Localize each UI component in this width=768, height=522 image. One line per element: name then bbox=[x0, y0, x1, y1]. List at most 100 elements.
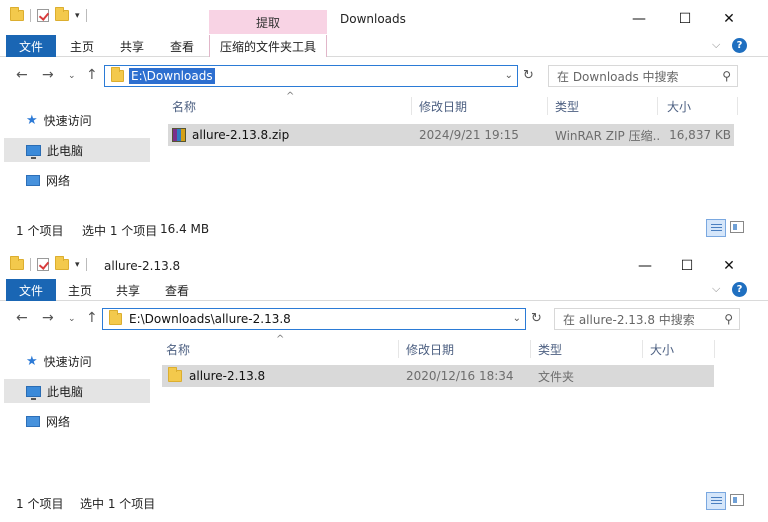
navigation-bar: ← → ⌄ ↑ E:\Downloads ⌄ ↻ 在 Downloads 中搜索… bbox=[0, 65, 768, 89]
column-header-size[interactable]: 大小 bbox=[667, 94, 691, 118]
large-icons-view-icon[interactable] bbox=[730, 494, 744, 506]
search-icon[interactable]: ⚲ bbox=[722, 69, 731, 83]
minimize-button[interactable]: — bbox=[622, 253, 668, 279]
tab-share[interactable]: 共享 bbox=[112, 35, 152, 57]
up-arrow-icon[interactable]: ↑ bbox=[86, 67, 98, 83]
recent-locations-icon[interactable]: ⌄ bbox=[68, 71, 76, 81]
column-divider[interactable] bbox=[547, 97, 548, 115]
column-header-type[interactable]: 类型 bbox=[538, 337, 562, 361]
file-size bbox=[648, 365, 708, 387]
column-header-name[interactable]: 名称 bbox=[166, 337, 190, 361]
close-button[interactable]: ✕ bbox=[706, 6, 752, 32]
help-icon[interactable]: ? bbox=[732, 38, 747, 53]
star-icon: ★ bbox=[26, 353, 38, 369]
tab-share[interactable]: 共享 bbox=[108, 279, 148, 301]
refresh-icon[interactable]: ↻ bbox=[523, 68, 534, 83]
close-button[interactable]: ✕ bbox=[706, 253, 752, 279]
navigation-pane: ★ 快速访问 此电脑 网络 bbox=[0, 341, 154, 451]
file-list: ^ 名称 修改日期 类型 大小 allure-2.13.8.zip 2024/9… bbox=[154, 91, 754, 204]
maximize-button[interactable]: ☐ bbox=[664, 253, 710, 279]
file-name-cell[interactable]: allure-2.13.8 bbox=[168, 365, 402, 387]
toolbar-divider bbox=[30, 258, 31, 271]
new-folder-icon[interactable] bbox=[55, 7, 69, 21]
table-row[interactable]: allure-2.13.8.zip 2024/9/21 19:15 WinRAR… bbox=[168, 124, 734, 146]
nav-item-this-pc[interactable]: 此电脑 bbox=[4, 379, 150, 403]
column-divider[interactable] bbox=[714, 340, 715, 358]
refresh-icon[interactable]: ↻ bbox=[531, 311, 542, 326]
column-divider[interactable] bbox=[530, 340, 531, 358]
forward-arrow-icon[interactable]: → bbox=[42, 67, 54, 83]
sort-ascending-icon: ^ bbox=[286, 91, 295, 102]
tab-home[interactable]: 主页 bbox=[62, 35, 102, 57]
forward-arrow-icon[interactable]: → bbox=[42, 310, 54, 326]
recent-locations-icon[interactable]: ⌄ bbox=[68, 314, 76, 324]
expand-ribbon-icon[interactable]: ⌵ bbox=[712, 38, 720, 52]
address-bar[interactable]: E:\Downloads ⌄ bbox=[104, 65, 518, 87]
column-divider[interactable] bbox=[657, 97, 658, 115]
column-divider[interactable] bbox=[642, 340, 643, 358]
search-input[interactable]: 在 allure-2.13.8 中搜索 ⚲ bbox=[554, 308, 740, 330]
network-icon bbox=[26, 174, 40, 186]
quick-access-toolbar: ▾ bbox=[10, 256, 87, 271]
minimize-button[interactable]: — bbox=[616, 6, 662, 32]
table-row[interactable]: allure-2.13.8 2020/12/16 18:34 文件夹 bbox=[162, 365, 714, 387]
up-arrow-icon[interactable]: ↑ bbox=[86, 310, 98, 326]
address-text[interactable]: E:\Downloads bbox=[129, 68, 215, 84]
tab-home[interactable]: 主页 bbox=[60, 279, 100, 301]
new-folder-icon[interactable] bbox=[55, 256, 69, 270]
winrar-icon bbox=[172, 128, 186, 142]
help-icon[interactable]: ? bbox=[732, 282, 747, 297]
status-selection: 选中 1 个项目 bbox=[80, 497, 156, 511]
address-text[interactable]: E:\Downloads\allure-2.13.8 bbox=[127, 311, 293, 327]
tab-view[interactable]: 查看 bbox=[162, 35, 202, 57]
column-header-name[interactable]: 名称 bbox=[172, 94, 196, 118]
nav-item-network[interactable]: 网络 bbox=[4, 409, 70, 433]
status-bar: 1 个项目 选中 1 个项目 16.4 MB bbox=[0, 219, 768, 239]
column-header-size[interactable]: 大小 bbox=[650, 337, 674, 361]
nav-item-this-pc[interactable]: 此电脑 bbox=[4, 138, 150, 162]
column-divider[interactable] bbox=[398, 340, 399, 358]
navigation-pane: ★ 快速访问 此电脑 网络 bbox=[0, 96, 154, 206]
search-input[interactable]: 在 Downloads 中搜索 ⚲ bbox=[548, 65, 738, 87]
folder-icon[interactable] bbox=[10, 7, 24, 21]
title-bar: ▾ allure-2.13.8 — ☐ ✕ bbox=[0, 255, 768, 281]
customize-toolbar-icon[interactable]: ▾ bbox=[75, 260, 80, 270]
large-icons-view-icon[interactable] bbox=[730, 221, 744, 233]
nav-item-label: 网络 bbox=[46, 414, 71, 429]
status-bar: 1 个项目 选中 1 个项目 bbox=[0, 492, 768, 512]
computer-icon bbox=[26, 144, 41, 159]
tab-compressed-folder-tools[interactable]: 压缩的文件夹工具 bbox=[209, 35, 327, 57]
back-arrow-icon[interactable]: ← bbox=[16, 67, 28, 83]
address-dropdown-icon[interactable]: ⌄ bbox=[513, 313, 521, 324]
maximize-button[interactable]: ☐ bbox=[662, 6, 708, 32]
window-title: allure-2.13.8 bbox=[104, 259, 181, 273]
nav-item-quick-access[interactable]: ★ 快速访问 bbox=[4, 349, 92, 373]
back-arrow-icon[interactable]: ← bbox=[16, 310, 28, 326]
nav-item-label: 此电脑 bbox=[47, 384, 84, 399]
tab-file[interactable]: 文件 bbox=[6, 35, 56, 57]
search-icon[interactable]: ⚲ bbox=[724, 312, 733, 326]
tab-file[interactable]: 文件 bbox=[6, 279, 56, 301]
properties-icon[interactable] bbox=[37, 258, 49, 271]
details-view-icon[interactable] bbox=[706, 219, 726, 237]
file-type: WinRAR ZIP 压缩... bbox=[555, 128, 659, 143]
tab-view[interactable]: 查看 bbox=[157, 279, 197, 301]
nav-item-quick-access[interactable]: ★ 快速访问 bbox=[4, 108, 92, 132]
column-header-date[interactable]: 修改日期 bbox=[406, 337, 454, 361]
status-selection: 选中 1 个项目 bbox=[82, 224, 158, 238]
column-divider[interactable] bbox=[411, 97, 412, 115]
column-header-type[interactable]: 类型 bbox=[555, 94, 579, 118]
address-dropdown-icon[interactable]: ⌄ bbox=[505, 70, 513, 81]
details-view-icon[interactable] bbox=[706, 492, 726, 510]
customize-toolbar-icon[interactable]: ▾ bbox=[75, 11, 80, 21]
folder-icon[interactable] bbox=[10, 256, 24, 270]
address-bar[interactable]: E:\Downloads\allure-2.13.8 ⌄ bbox=[102, 308, 526, 330]
expand-ribbon-icon[interactable]: ⌵ bbox=[712, 282, 720, 296]
nav-item-network[interactable]: 网络 bbox=[4, 168, 70, 192]
context-tab-extract[interactable]: 提取 bbox=[209, 10, 327, 34]
column-header-date[interactable]: 修改日期 bbox=[419, 94, 467, 118]
column-divider[interactable] bbox=[737, 97, 738, 115]
properties-icon[interactable] bbox=[37, 9, 49, 22]
file-name-cell[interactable]: allure-2.13.8.zip bbox=[172, 124, 412, 146]
explorer-window-downloads: ▾ 提取 Downloads — ☐ ✕ 文件 主页 共享 查看 压缩的文件夹工… bbox=[0, 0, 768, 245]
